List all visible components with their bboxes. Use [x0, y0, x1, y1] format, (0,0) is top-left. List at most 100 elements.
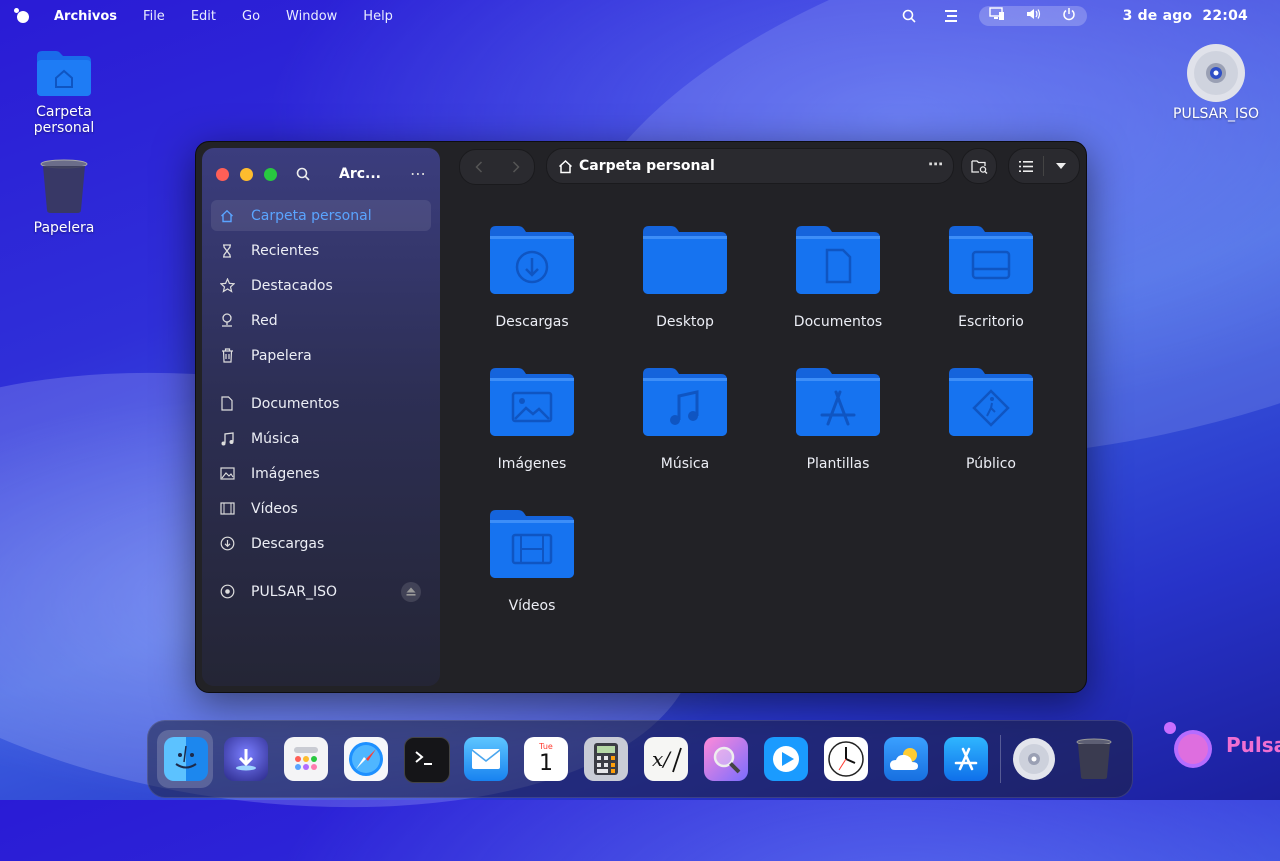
menu-file[interactable]: File [143, 9, 165, 24]
sidebar-item-trash[interactable]: Papelera [211, 340, 431, 371]
home-icon [219, 208, 235, 224]
media-player-icon[interactable] [764, 737, 808, 781]
search-folder-button[interactable] [961, 148, 997, 184]
app-store-icon[interactable] [944, 737, 988, 781]
sidebar-item-starred[interactable]: Destacados [211, 270, 431, 301]
path-home-icon [558, 159, 573, 174]
folder-icon [490, 226, 574, 294]
path-menu-button[interactable]: ⋯ [928, 155, 943, 173]
sidebar-menu-button[interactable]: ⋯ [410, 164, 427, 183]
home-folder-icon [37, 51, 91, 96]
folder-label: Desktop [656, 314, 714, 330]
top-bar: Archivos File Edit Go Window Help 3 de a… [0, 0, 1280, 32]
maximize-button[interactable] [264, 168, 277, 181]
notifications-icon[interactable] [943, 8, 959, 24]
sidebar-item-pictures[interactable]: Imágenes [211, 458, 431, 489]
folder-item[interactable]: Música [615, 366, 755, 472]
trash-icon[interactable] [1072, 737, 1116, 781]
folder-icon [490, 510, 574, 578]
sidebar-item-label: Recientes [251, 242, 320, 259]
menu-edit[interactable]: Edit [191, 9, 216, 24]
sidebar-item-label: Carpeta personal [251, 207, 372, 224]
folder-item[interactable]: Imágenes [462, 366, 602, 472]
sidebar-item-videos[interactable]: Vídeos [211, 493, 431, 524]
search-icon[interactable] [901, 8, 917, 24]
menu-help[interactable]: Help [363, 9, 393, 24]
image-viewer-icon[interactable] [704, 737, 748, 781]
view-dropdown-button[interactable] [1044, 163, 1078, 169]
folder-label: Vídeos [508, 598, 556, 614]
eject-button[interactable] [401, 581, 421, 602]
sidebar-item-label: PULSAR_ISO [251, 583, 337, 600]
clock-icon[interactable] [824, 737, 868, 781]
svg-text:x/: x/ [652, 747, 672, 771]
sidebar-item-label: Documentos [251, 395, 340, 412]
system-logo-icon[interactable] [14, 8, 30, 24]
folder-item[interactable]: Escritorio [921, 224, 1061, 330]
back-button[interactable] [474, 158, 483, 177]
folder-item[interactable]: Descargas [462, 224, 602, 330]
downloader-icon[interactable] [224, 737, 268, 781]
path-bar[interactable]: Carpeta personal ⋯ [546, 148, 954, 184]
network-icon [219, 313, 235, 329]
clock[interactable]: 3 de ago 22:04 [1123, 8, 1248, 24]
sidebar: Arc... ⋯ Carpeta personal Recientes Dest… [202, 148, 440, 686]
brand-text: Pulsa [1226, 733, 1280, 757]
folder-search-icon [970, 159, 987, 174]
calendar-day: 1 [539, 751, 553, 776]
sidebar-item-music[interactable]: Música [211, 423, 431, 454]
film-icon [219, 501, 235, 517]
menu-window[interactable]: Window [286, 9, 337, 24]
trash-icon [219, 348, 235, 364]
minimize-button[interactable] [240, 168, 253, 181]
folder-label: Documentos [793, 314, 883, 330]
navigation-buttons [459, 149, 535, 185]
desktop-disc-label: PULSAR_ISO [1173, 106, 1259, 122]
dock: Tue 1 x/ [147, 720, 1133, 798]
calculator-icon[interactable] [584, 737, 628, 781]
folder-icon [949, 226, 1033, 294]
mail-icon[interactable] [464, 737, 508, 781]
folder-label: Público [966, 456, 1016, 472]
sidebar-item-home[interactable]: Carpeta personal [211, 200, 431, 231]
sidebar-item-network[interactable]: Red [211, 305, 431, 336]
system-status-pill[interactable] [978, 6, 1087, 26]
sidebar-item-documents[interactable]: Documentos [211, 388, 431, 419]
sidebar-item-label: Descargas [251, 535, 325, 552]
weather-icon[interactable] [884, 737, 928, 781]
sidebar-item-label: Vídeos [251, 500, 298, 517]
sidebar-item-label: Música [251, 430, 300, 447]
desktop-home-label-2: personal [33, 120, 95, 136]
folder-label: Música [660, 456, 710, 472]
list-view-button[interactable] [1009, 160, 1043, 172]
calendar-icon[interactable]: Tue 1 [524, 737, 568, 781]
close-button[interactable] [216, 168, 229, 181]
safari-icon[interactable] [344, 737, 388, 781]
sidebar-item-label: Papelera [251, 347, 312, 364]
folder-item[interactable]: Desktop [615, 224, 755, 330]
folder-label: Plantillas [806, 456, 870, 472]
sidebar-item-label: Destacados [251, 277, 333, 294]
sidebar-item-pulsar-iso[interactable]: PULSAR_ISO [211, 576, 431, 607]
folder-item[interactable]: Público [921, 366, 1061, 472]
disc-icon [219, 584, 235, 600]
sidebar-search-icon[interactable] [296, 166, 310, 185]
forward-button[interactable] [512, 158, 520, 177]
terminal-icon[interactable] [404, 737, 450, 783]
disc-icon[interactable] [1012, 737, 1056, 781]
folder-item[interactable]: Plantillas [768, 366, 908, 472]
finder-icon[interactable] [164, 737, 208, 781]
sidebar-item-downloads[interactable]: Descargas [211, 528, 431, 559]
desktop-trash[interactable]: Papelera [9, 158, 119, 236]
folder-item[interactable]: Vídeos [462, 508, 602, 614]
sidebar-item-recent[interactable]: Recientes [211, 235, 431, 266]
desktop-home-folder[interactable]: Carpeta personal [9, 48, 119, 136]
folder-icon [490, 368, 574, 436]
text-editor-icon[interactable]: x/ [644, 737, 688, 781]
eject-icon [406, 587, 416, 596]
menu-app-name[interactable]: Archivos [54, 9, 117, 24]
launchpad-icon[interactable] [284, 737, 328, 781]
menu-go[interactable]: Go [242, 9, 260, 24]
folder-item[interactable]: Documentos [768, 224, 908, 330]
desktop-disc[interactable]: PULSAR_ISO [1161, 42, 1271, 122]
